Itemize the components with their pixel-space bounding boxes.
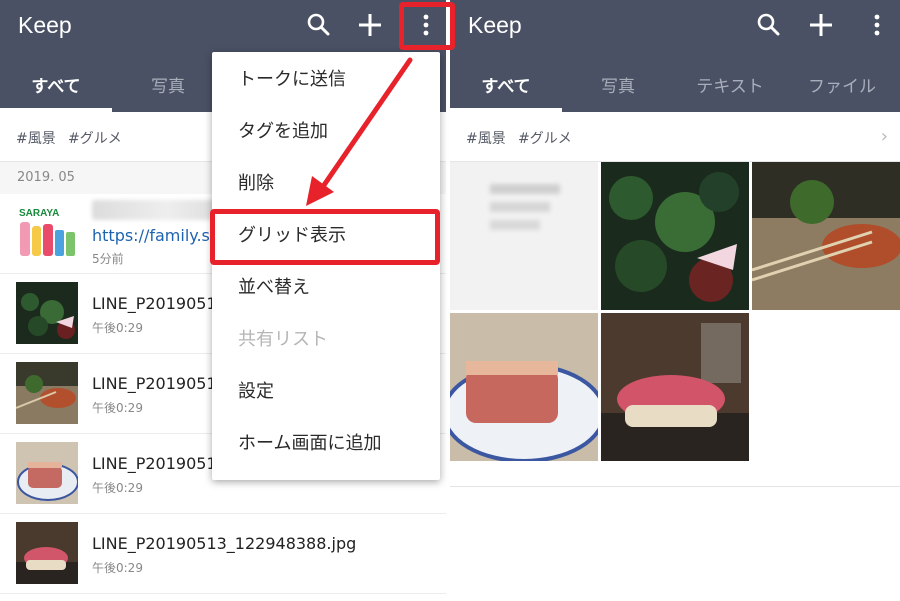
search-icon[interactable] — [304, 10, 334, 40]
tab-file[interactable]: ファイル — [786, 62, 898, 112]
garden-thumbnail-image — [16, 282, 78, 344]
item-thumbnail — [16, 442, 78, 504]
grid-empty-area — [450, 486, 900, 601]
garden-photo-image — [601, 162, 749, 310]
grid-cell-tuna-photo[interactable] — [450, 313, 598, 461]
app-title: Keep — [468, 12, 522, 38]
menu-item-send-to-talk[interactable]: トークに送信 — [212, 54, 440, 106]
highlight-more-button — [399, 2, 455, 50]
tag-landscape[interactable]: #風景 — [466, 128, 506, 148]
item-filename: LINE_P2019051 — [92, 374, 217, 393]
chevron-right-icon[interactable]: › — [881, 126, 888, 147]
item-thumbnail: SARAYA — [16, 202, 78, 264]
item-thumbnail — [16, 522, 78, 584]
grid-cell-blurred-link[interactable] — [450, 162, 598, 310]
menu-item-delete[interactable]: 削除 — [212, 158, 440, 210]
sushi-thumbnail-image — [16, 522, 78, 584]
tab-text[interactable]: テキスト — [674, 62, 786, 112]
menu-item-add-to-home[interactable]: ホーム画面に追加 — [212, 418, 440, 470]
tuna-photo-image — [450, 313, 598, 461]
item-time: 午後0:29 — [92, 321, 143, 335]
item-time: 5分前 — [92, 252, 124, 266]
grid-cell-sushi-photo[interactable] — [601, 313, 749, 461]
item-filename: LINE_P2019051 — [92, 454, 217, 473]
menu-item-shared-list: 共有リスト — [238, 329, 328, 350]
right-screen: Keep すべて 写真 テキスト ファイル #風景 #グルメ › — [450, 0, 900, 601]
grid-cell-garden-photo[interactable] — [601, 162, 749, 310]
tuna-plate-thumbnail-image — [16, 442, 78, 504]
squid-thumbnail-image — [16, 362, 78, 424]
tab-photo[interactable]: 写真 — [112, 62, 224, 112]
overflow-menu: トークに送信 タグを追加 削除 グリッド表示 並べ替え 共有リスト 設定 ホーム… — [212, 52, 440, 480]
list-item[interactable]: LINE_P20190513_122948388.jpg 午後0:29 — [0, 514, 446, 594]
search-icon[interactable] — [754, 10, 784, 40]
tag-gourmet[interactable]: #グルメ — [518, 128, 572, 148]
app-bar: Keep すべて 写真 テキスト ファイル — [450, 0, 900, 112]
item-thumbnail — [16, 362, 78, 424]
tag-gourmet[interactable]: #グルメ — [68, 128, 122, 148]
tab-photo[interactable]: 写真 — [562, 62, 674, 112]
item-filename: LINE_P20190513_122948388.jpg — [92, 534, 357, 553]
item-thumbnail — [16, 282, 78, 344]
menu-item-add-tag[interactable]: タグを追加 — [212, 106, 440, 158]
squid-photo-image — [752, 162, 900, 310]
app-title: Keep — [18, 12, 72, 38]
item-time: 午後0:29 — [92, 561, 143, 575]
tag-bar: #風景 #グルメ › — [450, 112, 900, 162]
more-vert-icon[interactable] — [862, 10, 892, 40]
tab-all[interactable]: すべて — [0, 62, 112, 112]
item-time: 午後0:29 — [92, 401, 143, 415]
menu-item-sort[interactable]: 並べ替え — [212, 262, 440, 314]
screenshot-root: Keep すべて 写真 #風景 #グルメ 2019. 05 SARAYA htt… — [0, 0, 900, 601]
tab-bar: すべて 写真 テキスト ファイル — [450, 62, 900, 112]
thumb-brand-text: SARAYA — [19, 208, 59, 219]
item-filename: LINE_P2019051 — [92, 294, 217, 313]
plus-icon[interactable] — [806, 10, 836, 40]
plus-icon[interactable] — [355, 10, 385, 40]
sushi-photo-image — [601, 313, 749, 461]
tab-all[interactable]: すべて — [450, 62, 562, 112]
saraya-thumbnail-image: SARAYA — [19, 208, 75, 256]
grid-cell-squid-photo[interactable] — [752, 162, 900, 310]
item-link-text[interactable]: https://family.s — [92, 226, 210, 245]
menu-item-settings[interactable]: 設定 — [212, 366, 440, 418]
date-header-text: 2019. 05 — [17, 170, 75, 185]
item-time: 午後0:29 — [92, 481, 143, 495]
highlight-grid-view-item — [210, 209, 440, 265]
tag-landscape[interactable]: #風景 — [16, 128, 56, 148]
